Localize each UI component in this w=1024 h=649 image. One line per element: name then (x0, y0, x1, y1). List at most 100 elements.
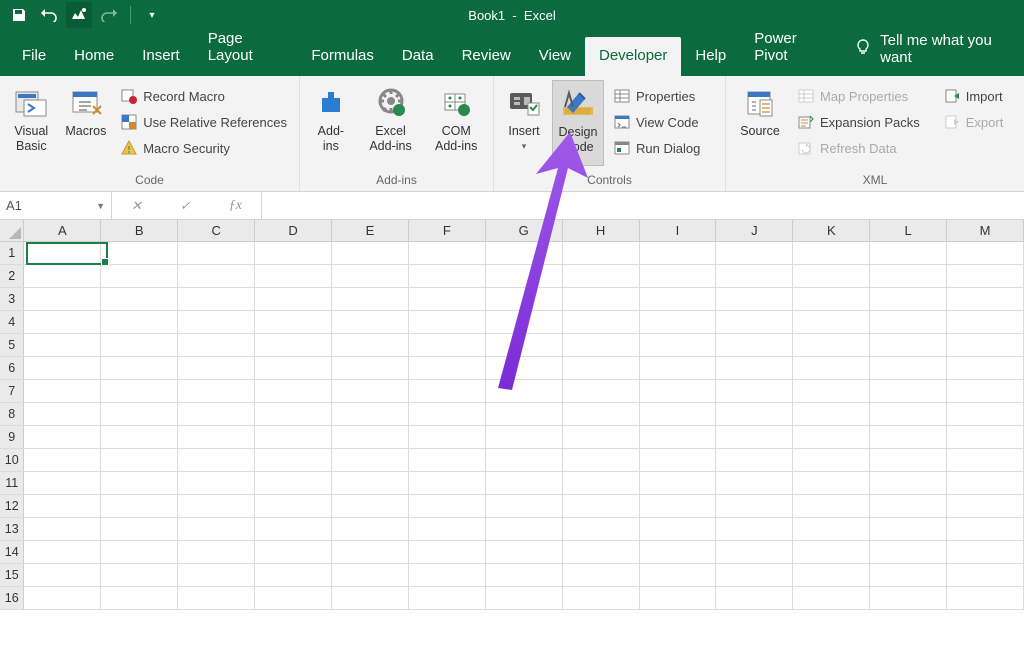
cell[interactable] (563, 426, 640, 448)
tab-page-layout[interactable]: Page Layout (194, 20, 298, 76)
import-button[interactable]: Import (938, 84, 1010, 108)
cell[interactable] (716, 357, 793, 379)
column-header[interactable]: J (716, 220, 793, 241)
cell[interactable] (24, 357, 101, 379)
column-header[interactable]: G (486, 220, 563, 241)
cell[interactable] (24, 564, 101, 586)
cell[interactable] (870, 449, 947, 471)
cell[interactable] (332, 587, 409, 609)
cell[interactable] (640, 449, 717, 471)
use-relative-references-button[interactable]: Use Relative References (115, 110, 293, 134)
cell[interactable] (716, 449, 793, 471)
cell[interactable] (178, 265, 255, 287)
cell[interactable] (332, 426, 409, 448)
cell[interactable] (409, 449, 486, 471)
cell[interactable] (101, 265, 178, 287)
column-header[interactable]: C (178, 220, 255, 241)
cell[interactable] (947, 311, 1024, 333)
cell[interactable] (640, 334, 717, 356)
cell[interactable] (870, 541, 947, 563)
cell[interactable] (178, 495, 255, 517)
run-dialog-button[interactable]: Run Dialog (608, 136, 706, 160)
cell[interactable] (332, 564, 409, 586)
cell[interactable] (563, 518, 640, 540)
cell[interactable] (178, 587, 255, 609)
cell[interactable] (640, 426, 717, 448)
visual-basic-button[interactable]: Visual Basic (6, 80, 57, 166)
cell[interactable] (793, 518, 870, 540)
save-button[interactable] (6, 2, 32, 28)
source-button[interactable]: Source (732, 80, 788, 166)
cell[interactable] (486, 541, 563, 563)
cell[interactable] (24, 518, 101, 540)
cell[interactable] (101, 564, 178, 586)
macro-security-button[interactable]: Macro Security (115, 136, 293, 160)
cell[interactable] (870, 403, 947, 425)
cell[interactable] (870, 380, 947, 402)
record-macro-button[interactable]: Record Macro (115, 84, 293, 108)
cell[interactable] (716, 334, 793, 356)
cell[interactable] (101, 357, 178, 379)
cell[interactable] (870, 242, 947, 264)
column-header[interactable]: K (793, 220, 870, 241)
cell[interactable] (947, 265, 1024, 287)
cell[interactable] (947, 587, 1024, 609)
cell[interactable] (255, 472, 332, 494)
cell[interactable] (793, 495, 870, 517)
cell[interactable] (563, 587, 640, 609)
cell[interactable] (409, 472, 486, 494)
cell[interactable] (24, 242, 101, 264)
cell[interactable] (793, 449, 870, 471)
cell[interactable] (409, 426, 486, 448)
select-all-corner[interactable] (0, 220, 24, 241)
redo-button[interactable] (96, 2, 122, 28)
cell[interactable] (255, 541, 332, 563)
excel-addins-button[interactable]: Excel Add-ins (360, 80, 422, 166)
row-header[interactable]: 5 (0, 334, 24, 356)
cell[interactable] (870, 472, 947, 494)
cell[interactable] (332, 357, 409, 379)
cell[interactable] (409, 518, 486, 540)
cell[interactable] (486, 242, 563, 264)
cell[interactable] (101, 288, 178, 310)
cell[interactable] (563, 242, 640, 264)
cell[interactable] (793, 426, 870, 448)
cell[interactable] (563, 265, 640, 287)
cell[interactable] (793, 587, 870, 609)
cell[interactable] (178, 380, 255, 402)
cell[interactable] (947, 288, 1024, 310)
cell[interactable] (870, 357, 947, 379)
row-header[interactable]: 3 (0, 288, 24, 310)
cell[interactable] (716, 587, 793, 609)
tab-help[interactable]: Help (681, 37, 740, 76)
cell[interactable] (24, 426, 101, 448)
cell[interactable] (24, 403, 101, 425)
tab-file[interactable]: File (8, 37, 60, 76)
cell[interactable] (947, 403, 1024, 425)
row-header[interactable]: 1 (0, 242, 24, 264)
cell[interactable] (409, 265, 486, 287)
cell[interactable] (563, 495, 640, 517)
qat-custom-button[interactable] (66, 2, 92, 28)
cell[interactable] (640, 357, 717, 379)
cell[interactable] (255, 426, 332, 448)
design-mode-button[interactable]: Design Mode (552, 80, 604, 166)
cell[interactable] (332, 403, 409, 425)
cell[interactable] (716, 311, 793, 333)
cell[interactable] (409, 541, 486, 563)
cell[interactable] (793, 403, 870, 425)
cell[interactable] (332, 495, 409, 517)
cell[interactable] (716, 403, 793, 425)
cell[interactable] (870, 288, 947, 310)
cell[interactable] (255, 334, 332, 356)
cell[interactable] (255, 449, 332, 471)
cell[interactable] (332, 288, 409, 310)
cell[interactable] (870, 564, 947, 586)
row-header[interactable]: 8 (0, 403, 24, 425)
cell[interactable] (409, 403, 486, 425)
fx-icon[interactable]: ƒx (229, 198, 242, 214)
cell[interactable] (409, 357, 486, 379)
cell[interactable] (178, 357, 255, 379)
expansion-packs-button[interactable]: Expansion Packs (792, 110, 926, 134)
cell[interactable] (716, 242, 793, 264)
